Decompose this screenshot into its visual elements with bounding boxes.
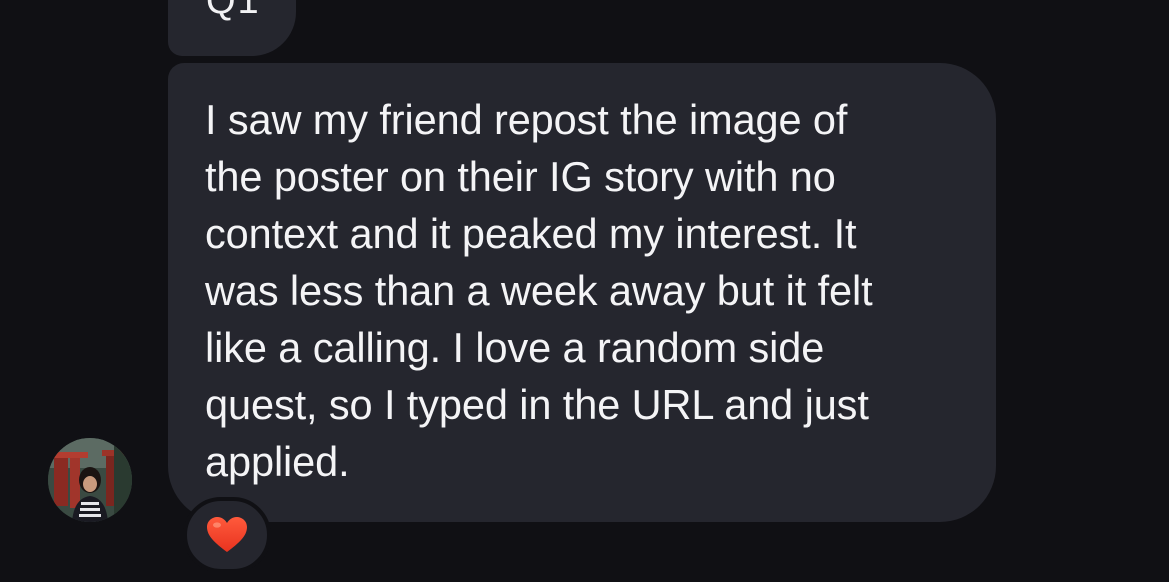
previous-message-bubble[interactable]: Q1 [168, 0, 296, 56]
red-heart-icon [207, 517, 247, 552]
heart-reaction[interactable] [183, 497, 271, 573]
previous-message-text: Q1 [206, 0, 261, 22]
sender-avatar[interactable] [48, 438, 132, 522]
profile-photo-avatar [48, 438, 132, 522]
chat-thread: Q1 I saw my friend repost the image of t… [0, 0, 1169, 582]
message-bubble[interactable]: I saw my friend repost the image of the … [168, 63, 996, 522]
message-text: I saw my friend repost the image of the … [205, 96, 873, 485]
